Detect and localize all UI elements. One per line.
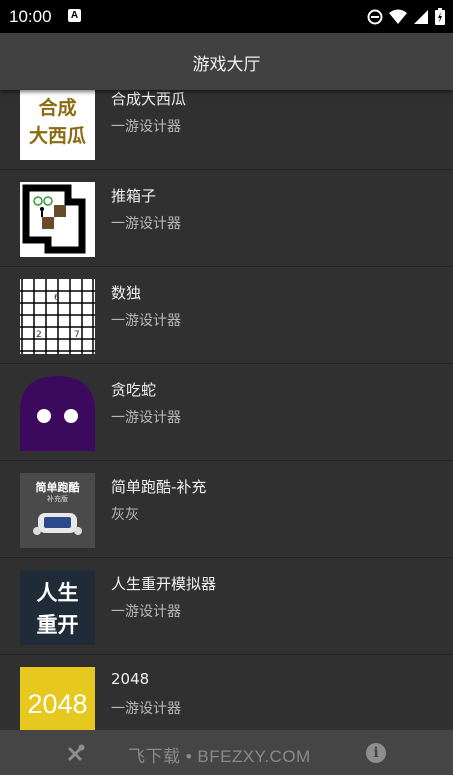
- bottom-bar: 飞下载 • BFEZXY.COM i: [0, 730, 453, 775]
- app-bar: 游戏大厅: [0, 33, 453, 90]
- game-thumbnail: 简单跑酷 补充版: [20, 473, 95, 548]
- game-thumbnail: 合成 大西瓜: [20, 90, 95, 160]
- list-item[interactable]: 6 2 7 数独 一游设计器: [0, 267, 453, 364]
- watermark-text: 飞下载 • BFEZXY.COM: [128, 747, 311, 766]
- game-thumbnail: 人生 重开: [20, 570, 95, 645]
- sudoku-cell: 6: [54, 293, 60, 303]
- thumbnail-text: 合成: [38, 97, 77, 119]
- notification-icon: A: [68, 9, 81, 22]
- game-name: 人生重开模拟器: [111, 575, 217, 593]
- game-list[interactable]: 合成 大西瓜 合成大西瓜 一游设计器 推箱子 一游设计器 6 2 7 数独 一游…: [0, 90, 453, 730]
- game-author: 一游设计器: [111, 313, 181, 329]
- thumbnail-text: 2048: [27, 689, 88, 719]
- game-author: 一游设计器: [111, 119, 181, 135]
- list-item[interactable]: 简单跑酷 补充版 简单跑酷-补充 灰灰: [0, 461, 453, 558]
- game-name: 合成大西瓜: [111, 90, 187, 108]
- status-icons: [367, 8, 445, 25]
- battery-icon: [435, 8, 445, 25]
- thumbnail-text: 大西瓜: [28, 125, 86, 147]
- dnd-icon: [367, 9, 383, 24]
- game-author: 灰灰: [111, 507, 139, 523]
- snake-ghost-icon: [20, 376, 95, 451]
- status-bar: 10:00 A: [0, 0, 453, 33]
- thumbnail-text: 人生: [36, 581, 79, 605]
- sokoban-thumbnail-icon: [22, 184, 90, 254]
- list-item[interactable]: 2048 2048 一游设计器: [0, 655, 453, 730]
- game-author: 一游设计器: [111, 216, 181, 232]
- game-name: 2048: [111, 670, 150, 688]
- game-author: 一游设计器: [111, 604, 181, 620]
- game-thumbnail: [20, 182, 95, 257]
- game-name: 推箱子: [111, 187, 157, 205]
- game-thumbnail: [20, 376, 95, 451]
- signal-icon: [414, 9, 428, 24]
- game-name: 数独: [111, 284, 142, 302]
- list-item[interactable]: 人生 重开 人生重开模拟器 一游设计器: [0, 558, 453, 655]
- list-item[interactable]: 合成 大西瓜 合成大西瓜 一游设计器: [0, 90, 453, 170]
- game-name: 简单跑酷-补充: [111, 478, 207, 496]
- wifi-icon: [389, 9, 407, 24]
- game-thumbnail: 2048: [20, 667, 95, 730]
- page-title: 游戏大厅: [192, 55, 261, 75]
- sudoku-cell: 7: [74, 330, 80, 340]
- game-thumbnail: 6 2 7: [20, 279, 95, 354]
- info-icon[interactable]: i: [366, 743, 386, 763]
- game-author: 一游设计器: [111, 410, 181, 426]
- list-item[interactable]: 推箱子 一游设计器: [0, 170, 453, 267]
- status-time: 10:00: [9, 7, 52, 26]
- game-name: 贪吃蛇: [111, 381, 157, 399]
- thumbnail-text: 重开: [36, 613, 79, 637]
- sudoku-cell: 2: [36, 330, 42, 340]
- sudoku-grid-icon: [20, 279, 95, 354]
- tools-icon[interactable]: [66, 743, 86, 763]
- game-author: 一游设计器: [111, 701, 181, 717]
- gamepad-icon: [33, 513, 82, 535]
- list-item[interactable]: 贪吃蛇 一游设计器: [0, 364, 453, 461]
